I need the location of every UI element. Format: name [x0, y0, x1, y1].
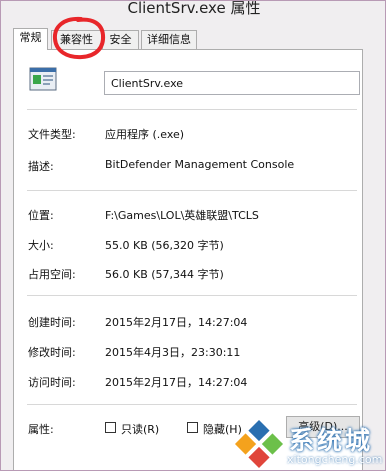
exe-file-icon	[29, 67, 57, 91]
general-tab-panel	[13, 49, 363, 470]
tab-compatibility[interactable]: 兼容性	[51, 30, 102, 49]
tab-general[interactable]: 常规	[13, 28, 48, 50]
created-label: 创建时间:	[28, 316, 76, 329]
created-value: 2015年2月17日，14:27:04	[105, 316, 248, 329]
watermark-brand: 系统城	[289, 426, 374, 455]
accessed-value: 2015年2月17日，14:27:04	[105, 376, 248, 389]
readonly-label: 只读(R)	[121, 423, 160, 436]
disk-size-label: 占用空间:	[28, 268, 76, 281]
separator	[27, 190, 357, 191]
accessed-label: 访问时间:	[28, 376, 76, 389]
file-type-label: 文件类型:	[28, 128, 76, 141]
modified-value: 2015年4月3日，23:30:11	[105, 346, 241, 359]
hidden-checkbox[interactable]	[187, 422, 198, 433]
location-label: 位置:	[28, 209, 54, 222]
modified-label: 修改时间:	[28, 346, 76, 359]
attributes-label: 属性:	[28, 423, 54, 436]
window-title: ClientSrv.exe 属性	[127, 0, 261, 17]
separator	[27, 109, 357, 110]
properties-window: ClientSrv.exe 属性 常规 兼容性 安全 详细信息 文件类型: 应用…	[0, 0, 386, 471]
size-label: 大小:	[28, 239, 54, 252]
description-label: 描述:	[28, 160, 54, 173]
file-type-value: 应用程序 (.exe)	[105, 128, 185, 141]
readonly-checkbox[interactable]	[105, 422, 116, 433]
file-name-input[interactable]	[104, 71, 360, 95]
tab-details[interactable]: 详细信息	[141, 30, 197, 49]
watermark-url: xitongcheng.com	[287, 453, 383, 466]
location-value: F:\Games\LOL\英雄联盟\TCLS	[105, 209, 259, 222]
disk-size-value: 56.0 KB (57,344 字节)	[105, 268, 224, 281]
description-value: BitDefender Management Console	[105, 158, 295, 171]
separator	[27, 295, 357, 296]
separator	[27, 404, 357, 405]
size-value: 55.0 KB (56,320 字节)	[105, 239, 224, 252]
tab-security[interactable]: 安全	[102, 30, 139, 49]
title-bar: ClientSrv.exe 属性	[1, 0, 385, 29]
watermark-logo-icon	[234, 419, 284, 469]
